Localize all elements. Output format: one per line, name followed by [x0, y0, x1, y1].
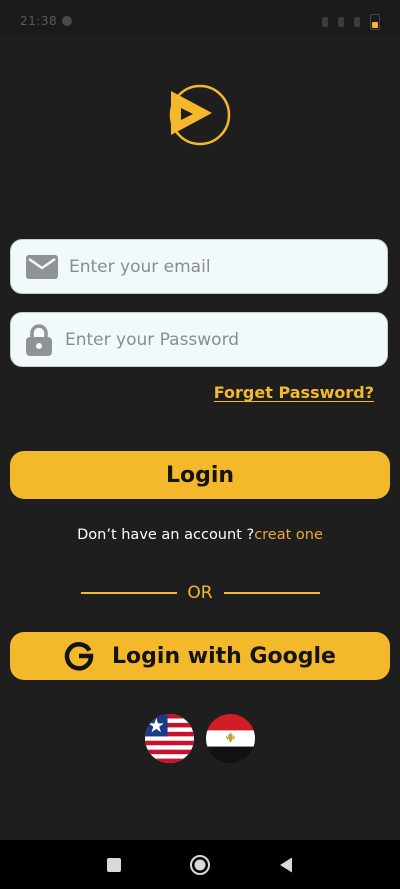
- or-label: OR: [187, 583, 213, 603]
- status-icons: [322, 14, 380, 30]
- hotspot-icon: [322, 17, 328, 27]
- email-input[interactable]: [69, 240, 369, 293]
- status-time: 21:38: [20, 14, 58, 28]
- egypt-flag-icon[interactable]: [206, 714, 255, 763]
- or-divider: OR: [0, 582, 400, 604]
- google-login-content: Login with Google: [10, 632, 390, 680]
- recent-apps-icon[interactable]: [103, 854, 125, 876]
- email-field-container: [10, 239, 388, 294]
- password-input[interactable]: [65, 313, 365, 366]
- divider-line-right: [224, 592, 320, 594]
- home-icon[interactable]: [189, 854, 211, 876]
- play-logo-icon: [169, 84, 231, 146]
- back-icon[interactable]: [275, 854, 297, 876]
- battery-icon: [370, 14, 380, 30]
- create-account-link[interactable]: creat one: [254, 527, 323, 543]
- google-login-button[interactable]: Login with Google: [10, 632, 390, 680]
- signal-icon: [338, 17, 344, 27]
- signup-prompt: Don’t have an account ?: [77, 527, 255, 543]
- google-login-label: Login with Google: [112, 643, 336, 669]
- settings-status-icon: [62, 16, 72, 26]
- forget-password-link[interactable]: Forget Password?: [214, 383, 374, 402]
- status-bar: 21:38: [0, 0, 400, 34]
- wifi-icon: [354, 17, 360, 27]
- mail-icon: [26, 254, 58, 279]
- liberia-flag-icon[interactable]: [145, 714, 194, 763]
- google-g-icon: [64, 642, 94, 671]
- login-button[interactable]: Login: [10, 451, 390, 499]
- system-navigation-bar: [0, 840, 400, 889]
- lock-icon: [26, 323, 52, 356]
- signup-row: Don’t have an account ?creat one: [0, 527, 400, 543]
- password-field-container: [10, 312, 388, 367]
